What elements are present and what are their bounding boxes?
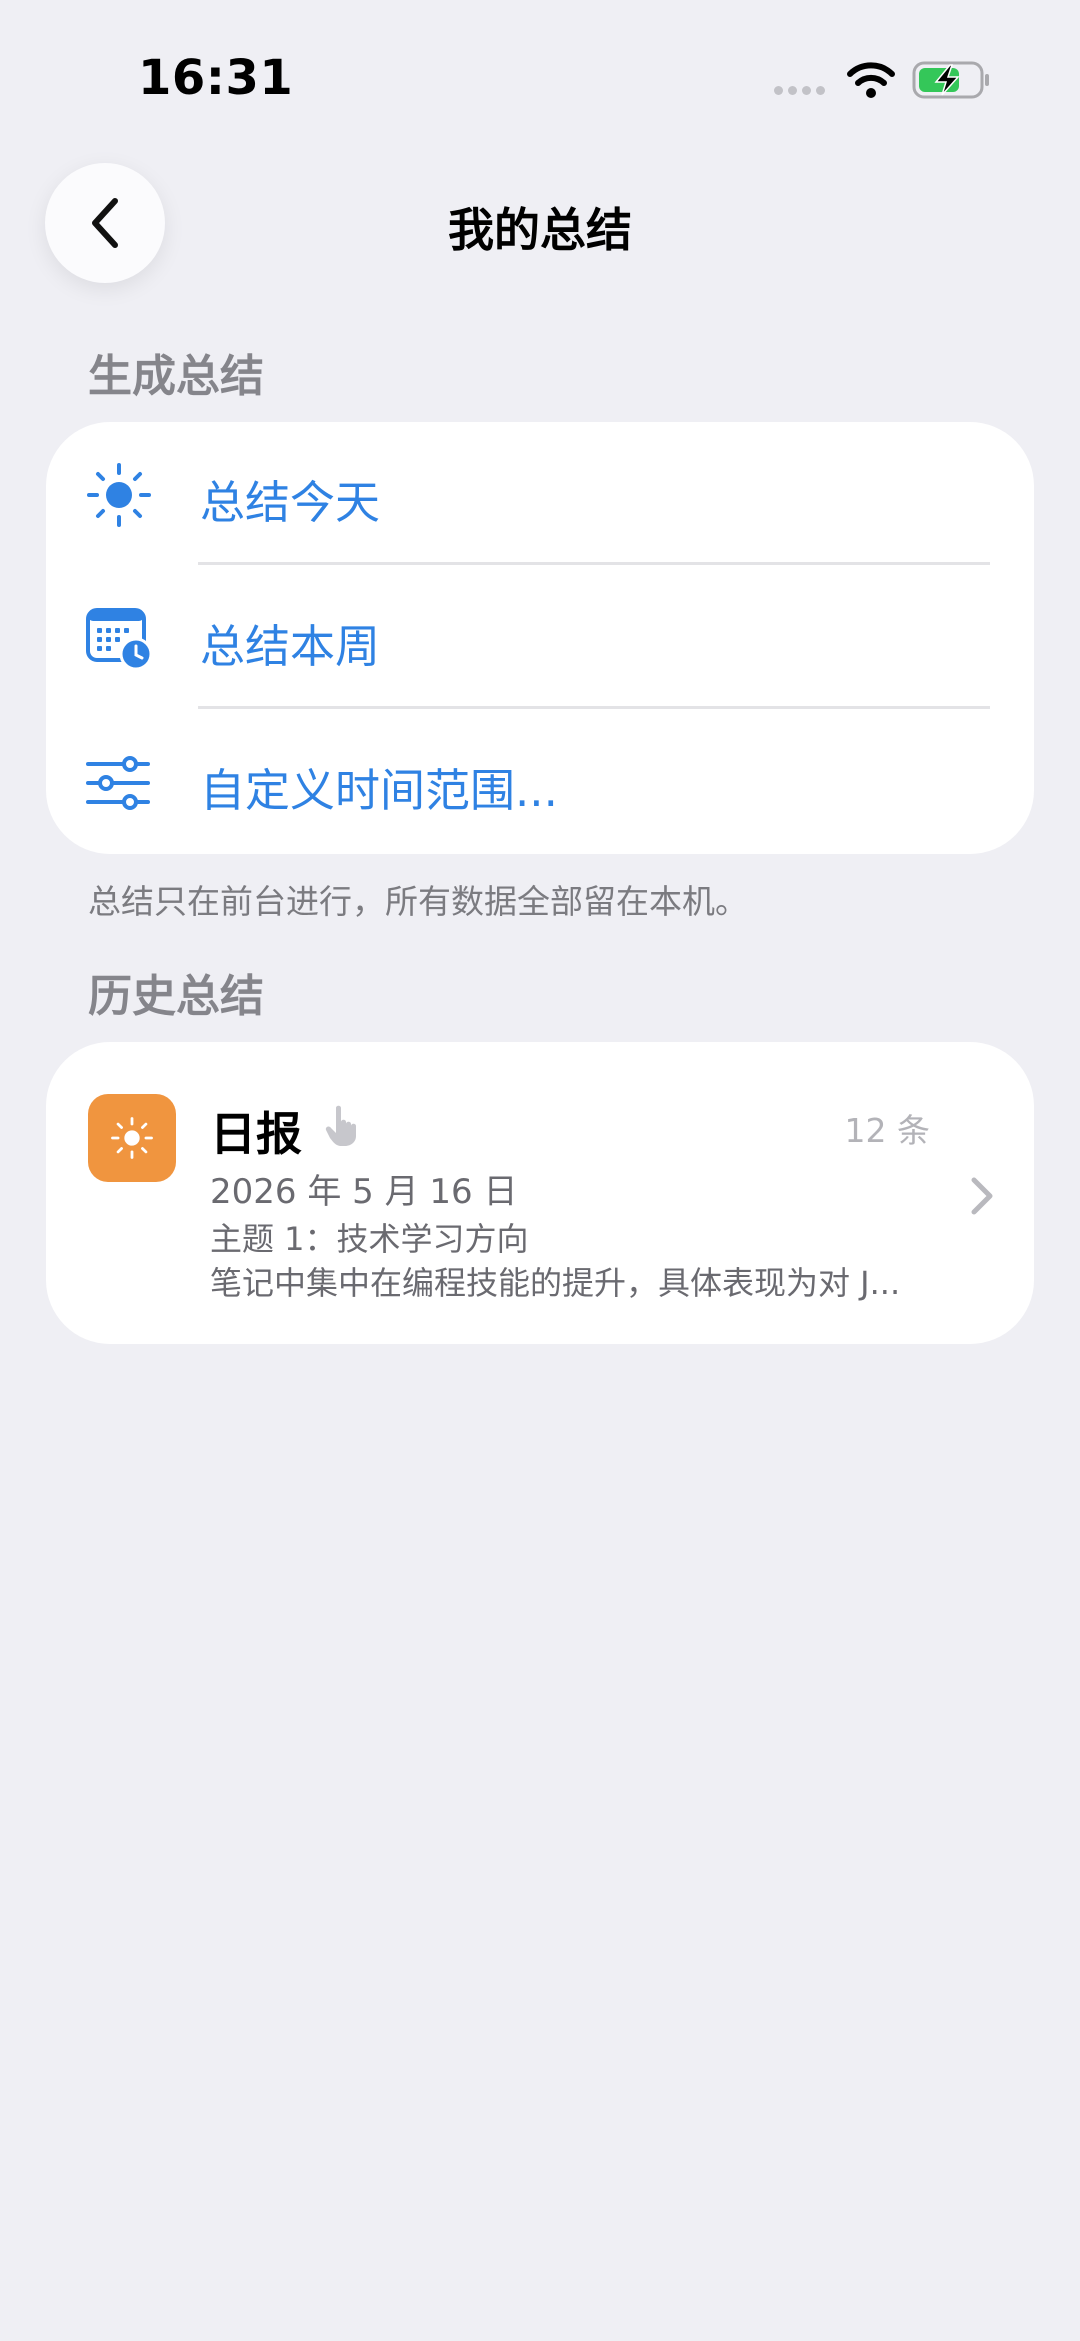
wifi-icon <box>847 62 895 98</box>
chevron-right-icon <box>971 1177 993 1215</box>
sun-icon <box>87 463 151 527</box>
daily-report-icon <box>88 1094 176 1182</box>
sliders-icon <box>86 756 150 810</box>
history-item-preview: 笔记中集中在编程技能的提升，具体表现为对 J... <box>210 1264 901 1302</box>
custom-range-button[interactable]: 自定义时间范围... <box>46 710 1034 854</box>
summarize-today-button[interactable]: 总结今天 <box>46 422 1034 566</box>
generate-section-header: 生成总结 <box>88 351 264 402</box>
cellular-signal-icon <box>774 86 825 95</box>
history-section-header: 历史总结 <box>88 971 264 1022</box>
hand-cursor-icon <box>325 1105 356 1146</box>
summarize-today-label: 总结今天 <box>200 476 381 529</box>
divider <box>198 706 990 709</box>
summarize-week-button[interactable]: 总结本周 <box>46 566 1034 710</box>
status-time: 16:31 <box>138 50 294 106</box>
page-title: 我的总结 <box>448 203 632 257</box>
custom-range-label: 自定义时间范围... <box>200 764 558 817</box>
summarize-week-label: 总结本周 <box>200 620 381 673</box>
calendar-clock-icon <box>86 608 152 671</box>
screen: 16:31 我的总结 生成总结 总结今天 总结本周 自定义时间范围... 总结只… <box>0 0 1080 2341</box>
history-item-topic: 主题 1：技术学习方向 <box>210 1220 529 1258</box>
history-item-count: 12 条 <box>844 1111 930 1150</box>
battery-charging-icon <box>912 61 989 99</box>
history-item-title: 日报 <box>210 1107 302 1161</box>
history-item-date: 2026 年 5 月 16 日 <box>210 1172 518 1212</box>
sun-icon <box>111 1117 153 1159</box>
history-item-daily[interactable]: 日报 12 条 2026 年 5 月 16 日 主题 1：技术学习方向 笔记中集… <box>46 1042 1034 1344</box>
privacy-footnote: 总结只在前台进行，所有数据全部留在本机。 <box>88 882 748 921</box>
generate-card: 总结今天 总结本周 自定义时间范围... <box>46 422 1034 854</box>
divider <box>198 562 990 565</box>
